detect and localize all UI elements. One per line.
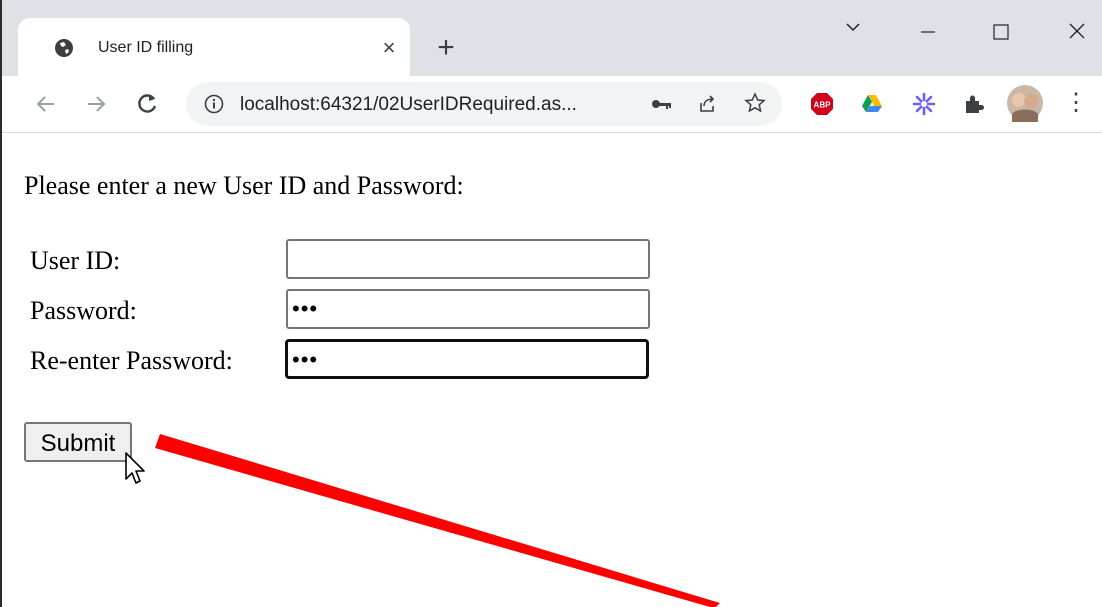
annotation-arrow: [155, 434, 720, 607]
